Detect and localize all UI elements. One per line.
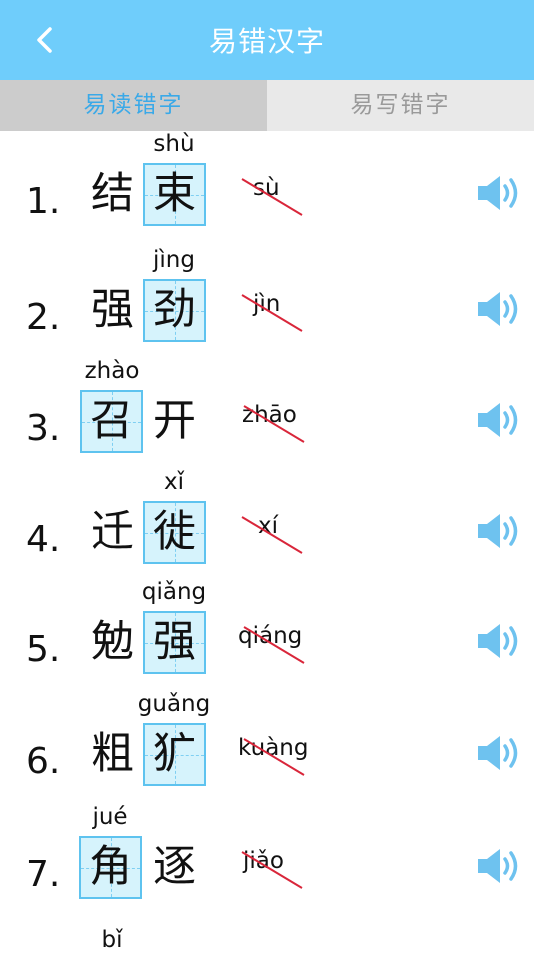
page-title: 易错汉字 [208, 25, 325, 58]
highlighted-character: 强 [143, 611, 206, 674]
wrong-pinyin: qiáng [238, 623, 303, 649]
highlighted-character: 徙 [143, 501, 206, 564]
correct-pinyin: jué [92, 804, 128, 830]
tab-bar: 易读错字 易写错字 [0, 80, 534, 131]
item-number: 5. [26, 629, 61, 670]
list-item: 2. jìng 强 劲 jìn [0, 247, 534, 361]
tab-miswritten[interactable]: 易写错字 [267, 80, 534, 131]
item-number: 4. [26, 519, 61, 560]
highlighted-character: 束 [143, 163, 206, 226]
list-item: 7. jué 角 逐 jiǎo [0, 804, 534, 918]
item-number: 1. [26, 181, 61, 222]
wrong-pinyin: xí [258, 513, 279, 539]
wrong-pinyin: jiǎo [243, 848, 284, 874]
item-number: 3. [26, 408, 61, 449]
wrong-pinyin: zhāo [242, 402, 297, 428]
list-item: 1. shù 结 束 sù [0, 131, 534, 245]
correct-pinyin: xǐ [163, 469, 184, 495]
highlighted-character: 犷 [143, 723, 206, 786]
speaker-icon[interactable] [474, 733, 522, 773]
tab-misread[interactable]: 易读错字 [0, 80, 267, 131]
character: 结 [91, 169, 134, 219]
speaker-icon[interactable] [474, 511, 522, 551]
item-number: 2. [26, 297, 61, 338]
character: 开 [153, 396, 196, 446]
character: 逐 [153, 842, 196, 892]
speaker-icon[interactable] [474, 400, 522, 440]
correct-pinyin: shù [153, 131, 195, 157]
speaker-icon[interactable] [474, 621, 522, 661]
character: 迁 [91, 507, 134, 557]
correct-pinyin: jìng [153, 247, 195, 273]
correct-pinyin: zhào [84, 358, 140, 384]
app-header: 易错汉字 [0, 0, 534, 80]
highlighted-character: 召 [80, 390, 143, 453]
character: 强 [91, 285, 134, 335]
list-item: 6. guǎng 粗 犷 kuàng [0, 691, 534, 805]
character: 勉 [91, 617, 134, 667]
list-item: 5. qiǎng 勉 强 qiáng [0, 579, 534, 693]
speaker-icon[interactable] [474, 173, 522, 213]
item-number: 6. [26, 741, 61, 782]
speaker-icon[interactable] [474, 846, 522, 886]
correct-pinyin: bǐ [101, 927, 123, 953]
wrong-pinyin: sù [253, 175, 280, 201]
wrong-pinyin: jìn [253, 291, 281, 317]
wrong-pinyin: kuàng [238, 735, 309, 761]
correct-pinyin: guǎng [137, 691, 211, 717]
character: 粗 [91, 729, 134, 779]
speaker-icon[interactable] [474, 289, 522, 329]
list-item: 3. zhào 召 开 zhāo [0, 358, 534, 472]
highlighted-character: 角 [79, 836, 142, 899]
correct-pinyin: qiǎng [141, 579, 207, 605]
item-number: 7. [26, 854, 61, 895]
list-item: 4. xǐ 迁 徙 xí [0, 469, 534, 583]
highlighted-character: 劲 [143, 279, 206, 342]
